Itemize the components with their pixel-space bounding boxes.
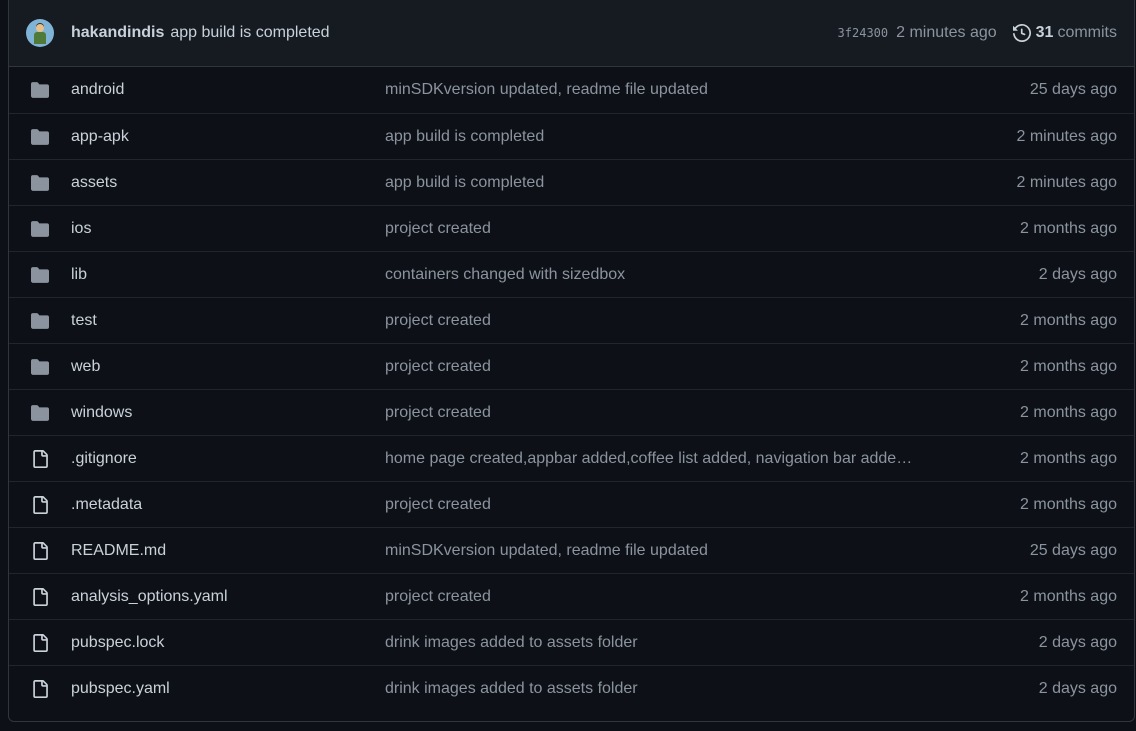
- commit-message-link[interactable]: project created: [385, 358, 975, 376]
- commit-message-link[interactable]: minSDKversion updated, readme file updat…: [385, 542, 975, 560]
- commit-message-link[interactable]: project created: [385, 312, 975, 330]
- file-name-link[interactable]: .gitignore: [71, 450, 385, 468]
- file-icon: [31, 679, 49, 698]
- file-name-link[interactable]: pubspec.yaml: [71, 680, 385, 698]
- file-row[interactable]: pubspec.lock drink images added to assets…: [9, 619, 1134, 665]
- commit-message-link[interactable]: project created: [385, 588, 975, 606]
- folder-icon: [31, 404, 49, 422]
- latest-commit-bar: hakandindis app build is completed 3f243…: [9, 0, 1134, 67]
- file-name-link[interactable]: android: [71, 81, 385, 99]
- commit-age: 2 minutes ago: [1016, 127, 1117, 145]
- file-row[interactable]: assets app build is completed 2 minutes ag…: [9, 159, 1134, 205]
- commit-message-link[interactable]: app build is completed: [170, 24, 329, 42]
- folder-icon: [31, 266, 49, 284]
- file-row[interactable]: app-apk app build is completed 2 minutes a…: [9, 113, 1134, 159]
- file-row[interactable]: windows project created 2 months ago: [9, 389, 1134, 435]
- commit-age: 25 days ago: [1029, 81, 1117, 98]
- file-row[interactable]: lib containers changed with sizedbox 2 day…: [9, 251, 1134, 297]
- file-name-link[interactable]: README.md: [71, 542, 385, 560]
- file-name-link[interactable]: windows: [71, 404, 385, 422]
- commit-message-link[interactable]: drink images added to assets folder: [385, 680, 975, 698]
- file-row[interactable]: web project created 2 months ago: [9, 343, 1134, 389]
- file-name-link[interactable]: .metadata: [71, 496, 385, 514]
- commits-label: commits: [1057, 24, 1117, 41]
- file-row[interactable]: pubspec.yaml drink images added to assets…: [9, 665, 1134, 711]
- commit-message-link[interactable]: project created: [385, 404, 975, 422]
- commit-age: 2 months ago: [1020, 311, 1117, 329]
- file-name-link[interactable]: lib: [71, 266, 385, 284]
- file-icon: [31, 449, 49, 468]
- commit-age: 2 months ago: [1020, 495, 1117, 513]
- file-name-link[interactable]: analysis_options.yaml: [71, 588, 385, 606]
- file-name-link[interactable]: ios: [71, 220, 385, 238]
- file-name-link[interactable]: pubspec.lock: [71, 634, 385, 652]
- commit-count: 31: [1035, 24, 1054, 41]
- file-row[interactable]: ios project created 2 months ago: [9, 205, 1134, 251]
- folder-icon: [31, 358, 49, 376]
- commit-author-link[interactable]: hakandindis: [71, 24, 164, 42]
- file-row[interactable]: analysis_options.yaml project created 2 mo…: [9, 573, 1134, 619]
- file-name-link[interactable]: web: [71, 358, 385, 376]
- commit-message-link[interactable]: minSDKversion updated, readme file updat…: [385, 81, 975, 99]
- commit-age: 2 days ago: [1038, 265, 1117, 283]
- commit-time[interactable]: 2 minutes ago: [896, 24, 997, 42]
- commit-message-link[interactable]: containers changed with sizedbox: [385, 266, 975, 284]
- commit-message-link[interactable]: home page created,appbar added,coffee li…: [385, 450, 975, 468]
- commit-age: 2 months ago: [1020, 219, 1117, 237]
- file-row[interactable]: test project created 2 months ago: [9, 297, 1134, 343]
- commit-message-link[interactable]: drink images added to assets folder: [385, 634, 975, 652]
- commit-age: 2 months ago: [1020, 403, 1117, 421]
- file-name-link[interactable]: test: [71, 312, 385, 330]
- commit-age: 2 days ago: [1038, 679, 1117, 697]
- file-icon: [31, 587, 49, 606]
- commit-sha-link[interactable]: 3f24300: [838, 26, 889, 40]
- file-row[interactable]: android minSDKversion updated, readme fil…: [9, 67, 1134, 113]
- folder-icon: [31, 128, 49, 146]
- history-icon: [1012, 24, 1031, 42]
- commit-age: 25 days ago: [1029, 541, 1117, 559]
- commit-age: 2 months ago: [1020, 357, 1117, 375]
- commit-age: 2 days ago: [1038, 633, 1117, 651]
- folder-icon: [31, 174, 49, 192]
- file-name-link[interactable]: assets: [71, 174, 385, 192]
- file-icon: [31, 541, 49, 560]
- folder-icon: [31, 220, 49, 238]
- commit-message-link[interactable]: project created: [385, 220, 975, 238]
- file-browser: hakandindis app build is completed 3f243…: [8, 0, 1135, 722]
- commit-age: 2 months ago: [1020, 587, 1117, 605]
- file-list: android minSDKversion updated, readme fil…: [9, 67, 1134, 711]
- file-row[interactable]: .gitignore home page created,appbar added…: [9, 435, 1134, 481]
- folder-icon: [31, 81, 49, 99]
- file-row[interactable]: .metadata project created 2 months ago: [9, 481, 1134, 527]
- commit-history-link[interactable]: 31 commits: [1012, 24, 1117, 42]
- folder-icon: [31, 312, 49, 330]
- file-row[interactable]: README.md minSDKversion updated, readme f…: [9, 527, 1134, 573]
- commit-age: 2 months ago: [1020, 449, 1117, 467]
- commit-message-link[interactable]: app build is completed: [385, 174, 975, 192]
- file-icon: [31, 495, 49, 514]
- commit-message-link[interactable]: app build is completed: [385, 128, 975, 146]
- commit-age: 2 minutes ago: [1016, 173, 1117, 191]
- file-icon: [31, 633, 49, 652]
- commit-message-link[interactable]: project created: [385, 496, 975, 514]
- avatar[interactable]: [26, 19, 54, 47]
- file-name-link[interactable]: app-apk: [71, 128, 385, 146]
